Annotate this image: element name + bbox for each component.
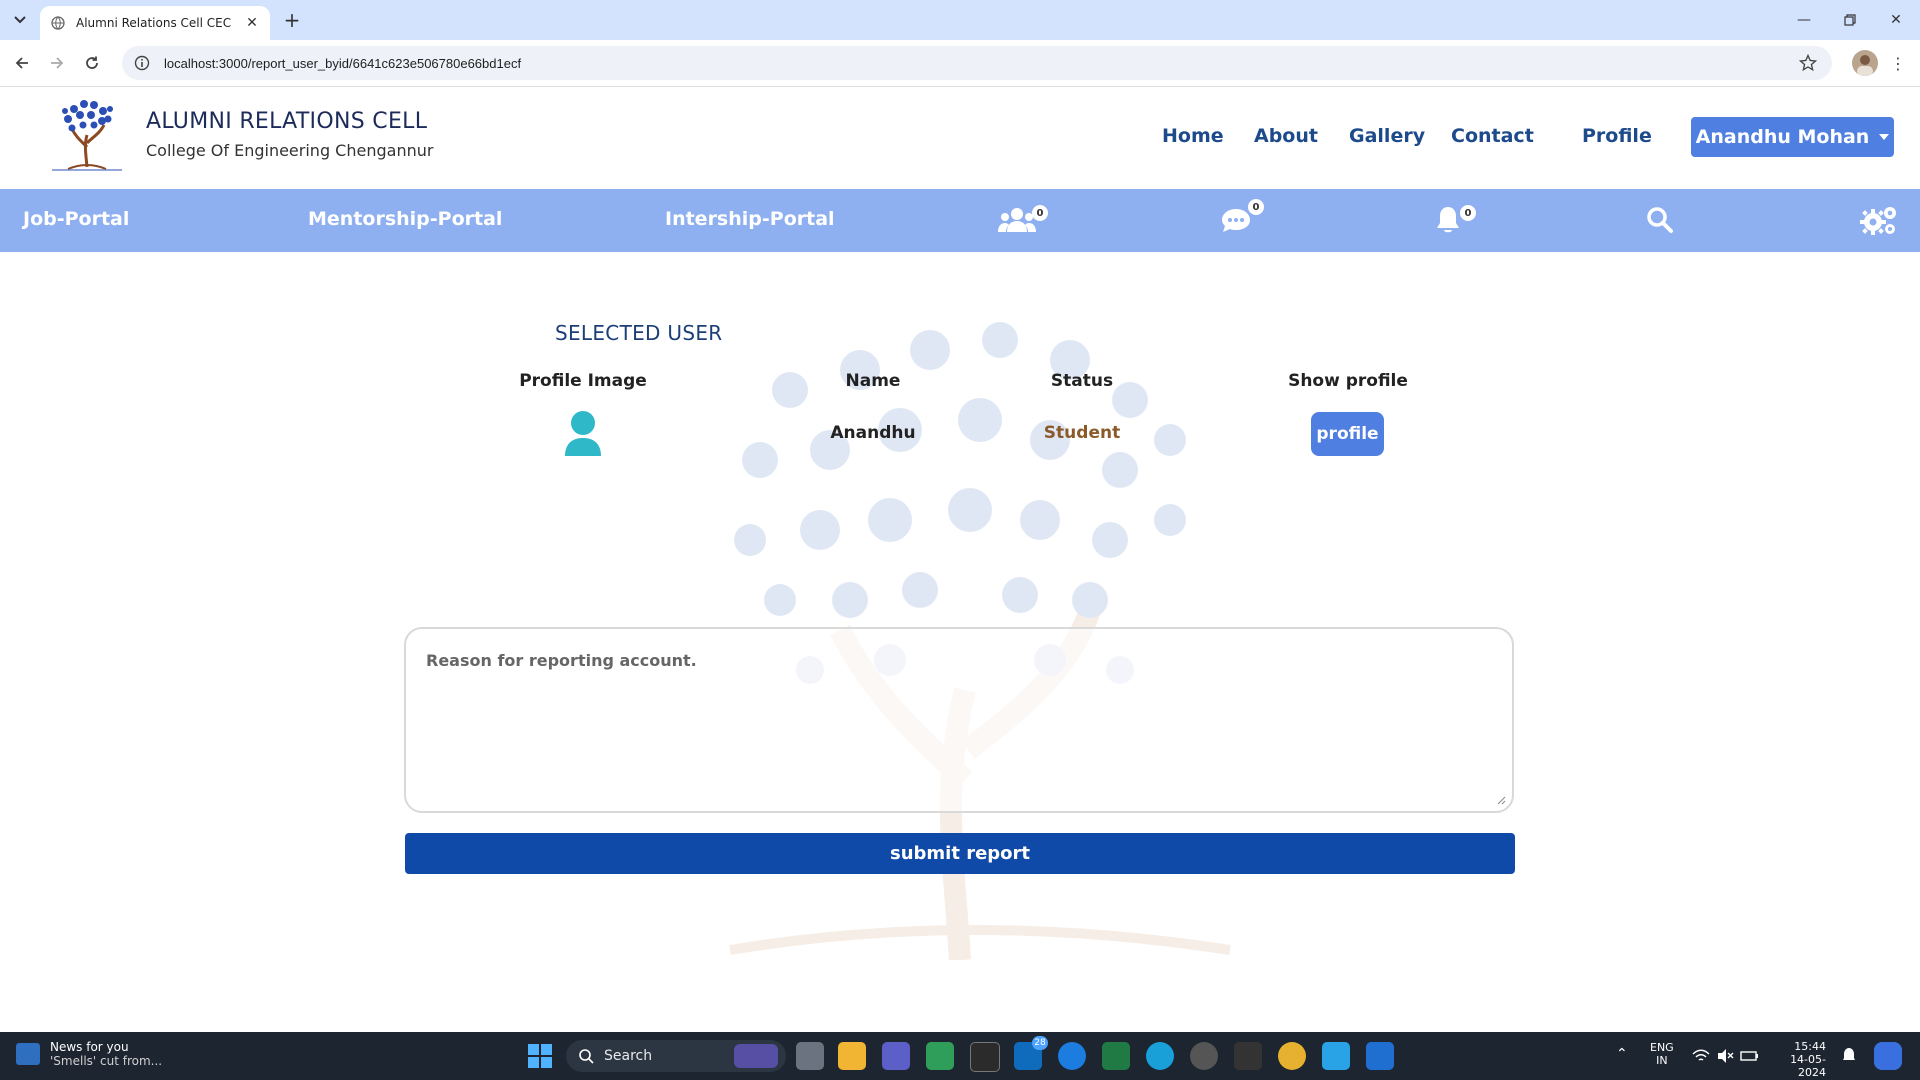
- caret-down-icon: [1879, 134, 1890, 140]
- copilot-icon[interactable]: [1874, 1042, 1902, 1070]
- clock-time: 15:44: [1794, 1040, 1826, 1053]
- report-reason-textarea[interactable]: Reason for reporting account.: [404, 627, 1514, 813]
- notepad-icon[interactable]: [1322, 1042, 1350, 1070]
- windows-start-icon[interactable]: [526, 1042, 554, 1070]
- user-name-label: Anandhu Mohan: [1695, 126, 1870, 148]
- nav-contact[interactable]: Contact: [1451, 125, 1534, 147]
- job-portal-link[interactable]: Job-Portal: [23, 208, 129, 230]
- news-icon: [16, 1043, 40, 1065]
- nav-about[interactable]: About: [1254, 125, 1318, 147]
- store-icon[interactable]: [1058, 1042, 1086, 1070]
- clock-date: 14-05-2024: [1790, 1053, 1826, 1079]
- search-icon: [1647, 207, 1673, 233]
- battery-icon[interactable]: [1740, 1048, 1760, 1064]
- edge-icon[interactable]: [1146, 1042, 1174, 1070]
- restore-icon[interactable]: [1836, 8, 1864, 32]
- browser-toolbar: localhost:3000/report_user_byid/6641c623…: [0, 40, 1920, 87]
- bell-icon: [1437, 207, 1459, 233]
- tab-title: Alumni Relations Cell CEC: [76, 16, 232, 30]
- user-status-cell: Student: [1043, 423, 1121, 443]
- search-button[interactable]: [1646, 203, 1676, 237]
- close-window-icon[interactable]: ✕: [1882, 8, 1910, 32]
- messages-badge: 0: [1248, 199, 1264, 215]
- new-tab-button[interactable]: +: [280, 8, 304, 32]
- user-name-cell: Anandhu: [830, 423, 916, 443]
- show-profile-button[interactable]: profile: [1311, 412, 1384, 456]
- nav-home[interactable]: Home: [1162, 125, 1224, 147]
- news-subtitle: 'Smells' cut from...: [50, 1054, 163, 1068]
- user-avatar-icon: [565, 411, 601, 456]
- close-tab-icon[interactable]: ✕: [242, 13, 262, 33]
- mail-badge: 28: [1032, 1036, 1048, 1050]
- chrome-profile-avatar[interactable]: [1852, 50, 1878, 76]
- address-bar[interactable]: localhost:3000/report_user_byid/6641c623…: [122, 46, 1832, 80]
- alumni-tree-logo[interactable]: [48, 95, 126, 175]
- internship-portal-link[interactable]: Intership-Portal: [665, 208, 835, 230]
- portal-navbar: Job-Portal Mentorship-Portal Intership-P…: [0, 189, 1920, 252]
- resize-grip-icon[interactable]: [1496, 795, 1506, 805]
- nav-profile[interactable]: Profile: [1582, 125, 1652, 147]
- task-view-icon[interactable]: [796, 1042, 824, 1070]
- app-stripes-icon[interactable]: [1234, 1042, 1262, 1070]
- show-hidden-icons[interactable]: ⌃: [1616, 1046, 1628, 1062]
- reload-icon[interactable]: [80, 51, 104, 75]
- classroom-icon[interactable]: [926, 1042, 954, 1070]
- bookmark-star-icon[interactable]: [1798, 53, 1818, 73]
- chrome-menu-icon[interactable]: ⋮: [1888, 52, 1908, 74]
- back-icon[interactable]: [10, 51, 34, 75]
- chrome-icon[interactable]: [1278, 1042, 1306, 1070]
- minimize-icon[interactable]: —: [1790, 8, 1818, 32]
- site-subtitle: College Of Engineering Chengannur: [146, 141, 434, 160]
- site-info-icon[interactable]: [132, 53, 152, 73]
- messages-button[interactable]: 0: [1220, 199, 1272, 237]
- teams-icon[interactable]: [882, 1042, 910, 1070]
- notifications-badge: 0: [1460, 205, 1476, 221]
- friend-requests-badge: 0: [1032, 205, 1048, 221]
- browser-tab-active[interactable]: Alumni Relations Cell CEC ✕: [40, 6, 270, 40]
- taskbar-search-box[interactable]: Search: [566, 1040, 786, 1072]
- report-reason-placeholder: Reason for reporting account.: [426, 651, 697, 670]
- tab-search-dropdown-icon[interactable]: [8, 8, 32, 32]
- mail-icon[interactable]: 28: [1014, 1036, 1048, 1070]
- language-indicator[interactable]: ENG IN: [1650, 1041, 1674, 1067]
- vscode-icon[interactable]: [1366, 1042, 1394, 1070]
- chat-bubble-icon: [1222, 209, 1250, 232]
- column-header-status: Status: [1050, 371, 1114, 391]
- column-header-profile-image: Profile Image: [519, 371, 647, 391]
- mentorship-portal-link[interactable]: Mentorship-Portal: [308, 208, 502, 230]
- browser-tab-bar: Alumni Relations Cell CEC ✕ + — ✕: [0, 0, 1920, 40]
- gears-icon: [1860, 207, 1896, 235]
- nav-gallery[interactable]: Gallery: [1349, 125, 1425, 147]
- search-icon: [579, 1049, 594, 1064]
- friend-requests-button[interactable]: 0: [998, 203, 1054, 237]
- terminal-icon[interactable]: [970, 1042, 1000, 1072]
- news-title: News for you: [50, 1040, 129, 1054]
- search-highlight-icon: [734, 1044, 778, 1068]
- os-taskbar: News for you 'Smells' cut from... Search…: [0, 1032, 1920, 1080]
- wifi-icon[interactable]: [1692, 1048, 1710, 1064]
- site-title: ALUMNI RELATIONS CELL: [146, 109, 428, 134]
- clock[interactable]: 15:44 14-05-2024: [1770, 1040, 1826, 1079]
- user-dropdown-button[interactable]: Anandhu Mohan: [1691, 117, 1894, 157]
- submit-report-button[interactable]: submit report: [405, 833, 1515, 874]
- column-header-show-profile: Show profile: [1288, 371, 1408, 391]
- region-label: IN: [1656, 1054, 1668, 1067]
- news-widget[interactable]: News for you 'Smells' cut from...: [16, 1040, 162, 1068]
- settings-button[interactable]: [1860, 203, 1900, 237]
- app-icon[interactable]: [1190, 1042, 1218, 1070]
- notifications-button[interactable]: 0: [1434, 203, 1480, 237]
- column-header-name: Name: [845, 371, 901, 391]
- taskbar-search-label: Search: [604, 1048, 653, 1064]
- forward-icon[interactable]: [45, 51, 69, 75]
- site-header: ALUMNI RELATIONS CELL College Of Enginee…: [0, 87, 1920, 189]
- language-label: ENG: [1650, 1041, 1674, 1054]
- url-text: localhost:3000/report_user_byid/6641c623…: [164, 55, 522, 71]
- excel-icon[interactable]: [1102, 1042, 1130, 1070]
- volume-muted-icon[interactable]: [1716, 1048, 1734, 1064]
- notification-bell-icon[interactable]: [1842, 1047, 1856, 1063]
- selected-user-heading: SELECTED USER: [555, 321, 723, 345]
- file-explorer-icon[interactable]: [838, 1042, 866, 1070]
- users-icon: [998, 208, 1036, 232]
- globe-icon: [50, 15, 66, 31]
